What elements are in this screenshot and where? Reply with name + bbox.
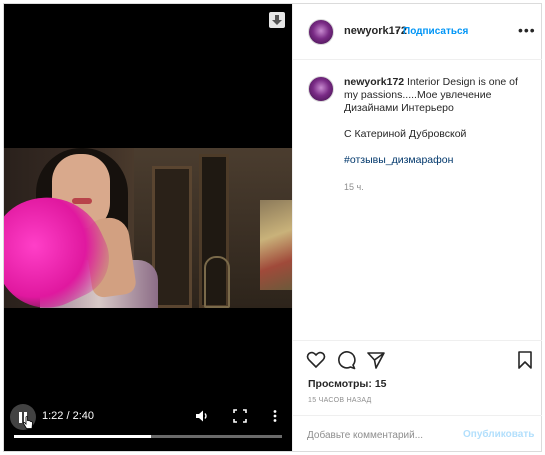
views-count: Просмотры: 15: [308, 378, 387, 390]
video-frame[interactable]: [4, 148, 292, 308]
post-dialog: 1:22 / 2:40 newyork172 • Подписаться •••…: [3, 3, 542, 452]
background-painting: [260, 200, 292, 290]
comment-input[interactable]: [307, 428, 457, 442]
caption-text-2: С Катериной Дубровской: [344, 128, 467, 140]
caption-hashtag[interactable]: #отзывы_дизмарафон: [344, 154, 453, 166]
bookmark-icon[interactable]: [515, 350, 535, 370]
views-value: 15: [374, 378, 387, 390]
background-lantern: [204, 256, 230, 308]
post-caption: newyork172 Interior Design is one of my …: [344, 76, 534, 167]
comment-icon[interactable]: [336, 350, 356, 370]
person-lips: [72, 198, 92, 204]
progress-fill: [14, 435, 151, 438]
post-sidebar: newyork172 • Подписаться ••• newyork172 …: [292, 4, 542, 452]
caption-time-ago: 15 ч.: [344, 182, 364, 192]
cursor-hand-icon: [22, 416, 33, 429]
video-time: 1:22 / 2:40: [42, 410, 94, 422]
video-controls: 1:22 / 2:40: [4, 402, 292, 451]
background-door: [152, 166, 192, 308]
video-player[interactable]: 1:22 / 2:40: [4, 4, 292, 451]
share-icon[interactable]: [366, 350, 386, 370]
post-actions: Просмотры: 15 15 ЧАСОВ НАЗАД Опубликоват…: [293, 340, 542, 452]
progress-bar[interactable]: [14, 435, 282, 438]
follow-button[interactable]: Подписаться: [403, 26, 468, 37]
time-separator: /: [63, 410, 73, 422]
download-icon[interactable]: [269, 12, 285, 28]
volume-icon[interactable]: [195, 409, 209, 423]
current-time: 1:22: [42, 410, 64, 422]
duration: 2:40: [72, 410, 95, 422]
posted-ago: 15 ЧАСОВ НАЗАД: [308, 397, 372, 404]
publish-button[interactable]: Опубликовать: [463, 429, 534, 440]
more-vertical-icon[interactable]: [268, 409, 282, 423]
avatar[interactable]: [308, 19, 334, 45]
comment-row: Опубликовать: [293, 415, 542, 453]
more-options-button[interactable]: •••: [518, 22, 536, 38]
fullscreen-icon[interactable]: [233, 409, 247, 423]
post-header: newyork172 • Подписаться •••: [293, 4, 542, 60]
heart-icon[interactable]: [306, 350, 326, 370]
caption-avatar[interactable]: [308, 76, 334, 102]
header-separator: •: [396, 26, 400, 36]
views-label: Просмотры:: [308, 378, 372, 390]
caption-username[interactable]: newyork172: [344, 76, 404, 88]
